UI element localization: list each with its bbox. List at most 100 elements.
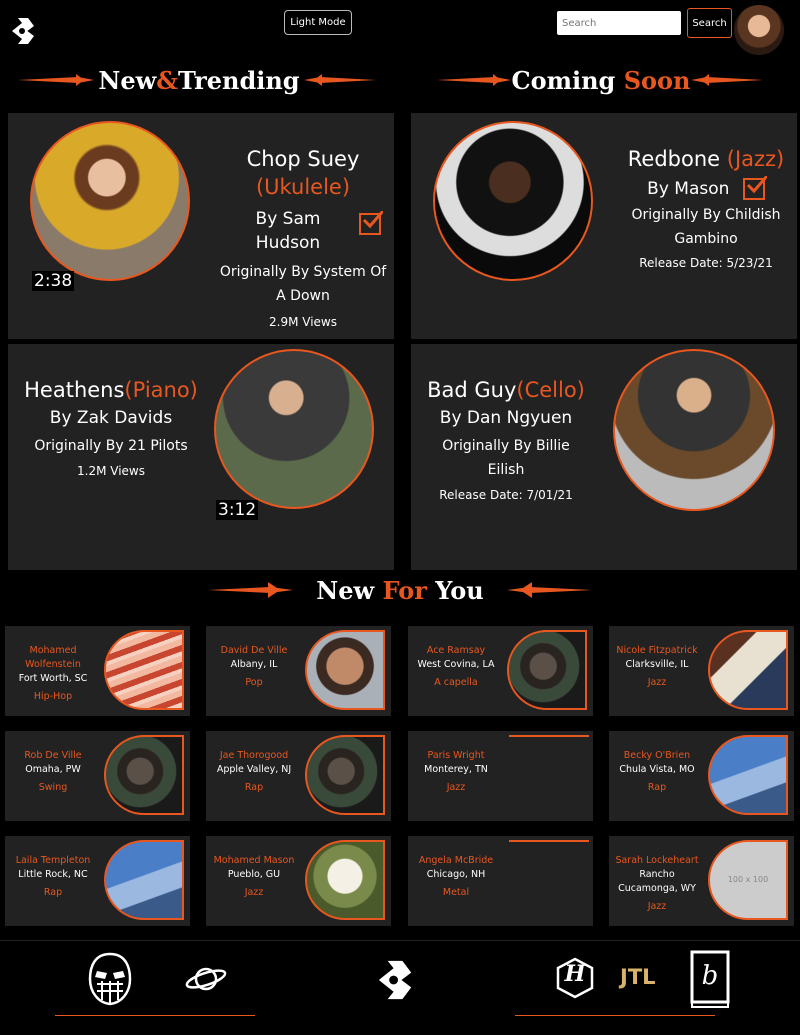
artist-name[interactable]: Nicole Fitzpatrick xyxy=(613,644,701,658)
artist-genre: Rap xyxy=(43,887,63,898)
artist-card[interactable]: Mohamed Wolfenstein Fort Worth, SC Hip-Hop xyxy=(5,626,190,716)
artist-name[interactable]: Mohamed Mason xyxy=(210,854,298,868)
artist-name[interactable]: Mohamed Wolfenstein xyxy=(9,644,97,672)
song-title-line: Redbone (Jazz) xyxy=(621,145,791,173)
title-word: New xyxy=(316,576,375,605)
footer: H JTL b xyxy=(0,940,800,1035)
artist-genre: Pop xyxy=(245,677,263,688)
artist-card[interactable]: Rob De Ville Omaha, PW Swing xyxy=(5,731,190,821)
song-instrument: (Jazz) xyxy=(726,147,785,171)
footer-divider-right xyxy=(515,1015,715,1016)
artist-location: Albany, IL xyxy=(230,659,278,670)
artist-photo[interactable] xyxy=(507,630,587,710)
artist-info: Mohamed Mason Pueblo, GU Jazz xyxy=(210,854,298,900)
artist-info: David De Ville Albany, IL Pop xyxy=(210,644,298,690)
artist-genre: Jazz xyxy=(244,887,264,898)
artist-genre: Rap xyxy=(244,782,264,793)
video-duration: 2:38 xyxy=(32,271,75,291)
artist-photo[interactable] xyxy=(104,735,184,815)
artist-name[interactable]: Ace Ramsay xyxy=(412,644,500,658)
artist-name[interactable]: Paris Wright xyxy=(412,749,500,763)
artist-photo[interactable] xyxy=(708,735,788,815)
title-word: Trending xyxy=(177,66,300,95)
hockey-mask-icon[interactable] xyxy=(85,951,135,1007)
light-mode-button[interactable]: Light Mode xyxy=(284,10,352,35)
video-thumbnail[interactable] xyxy=(214,349,374,509)
title-word-accent: For xyxy=(382,576,427,605)
flourish-right-icon xyxy=(507,582,592,598)
artist-location: Chicago, NH xyxy=(426,869,486,880)
image-placeholder-bar xyxy=(509,735,589,737)
artist-name[interactable]: Becky O'Brien xyxy=(613,749,701,763)
artist-info: Ace Ramsay West Covina, LA A capella xyxy=(412,644,500,690)
artist-card[interactable]: David De Ville Albany, IL Pop xyxy=(206,626,391,716)
artist-location: Little Rock, NC xyxy=(18,869,88,880)
artist-photo[interactable] xyxy=(104,840,184,920)
coming-soon-card[interactable]: Redbone (Jazz) By Mason Originally By Ch… xyxy=(411,113,797,339)
original-artist: Originally By Billie Eilish xyxy=(442,438,570,478)
jtl-logo[interactable]: JTL xyxy=(620,965,656,989)
artist-photo[interactable] xyxy=(305,630,385,710)
artist-card[interactable]: Mohamed Mason Pueblo, GU Jazz xyxy=(206,836,391,926)
trending-card[interactable]: 2:38 Chop Suey (Ukulele) By Sam Hudson O… xyxy=(8,113,394,339)
search-button[interactable]: Search xyxy=(687,8,732,38)
trending-card[interactable]: Heathens(Piano) By Zak Davids Originally… xyxy=(8,344,394,570)
verified-check-icon xyxy=(742,176,767,200)
artist-name[interactable]: Angela McBride xyxy=(412,854,500,868)
song-title: Redbone xyxy=(627,147,721,171)
artist-info: Laila Templeton Little Rock, NC Rap xyxy=(9,854,97,900)
artist-card[interactable]: Angela McBride Chicago, NH Metal xyxy=(408,836,593,926)
artist-photo[interactable] xyxy=(613,349,775,511)
artist-photo[interactable]: 100 x 100 xyxy=(708,840,788,920)
footer-divider-left xyxy=(55,1015,255,1016)
flourish-left-icon xyxy=(208,582,293,598)
image-placeholder-bar xyxy=(509,840,589,842)
artist-photo[interactable] xyxy=(433,121,593,281)
original-artist: Originally By 21 Pilots xyxy=(34,438,188,454)
artist-photo[interactable] xyxy=(708,630,788,710)
artist-card[interactable]: Paris Wright Monterey, TN Jazz xyxy=(408,731,593,821)
artist-photo[interactable] xyxy=(104,630,184,710)
artist-location: Apple Valley, NJ xyxy=(216,764,292,775)
logo-icon[interactable] xyxy=(373,954,423,1006)
title-word: Coming xyxy=(511,66,616,95)
artist-card[interactable]: Ace Ramsay West Covina, LA A capella xyxy=(408,626,593,716)
song-title: Bad Guy xyxy=(427,378,517,402)
user-avatar[interactable] xyxy=(734,5,784,55)
original-artist: Originally By System Of A Down xyxy=(219,264,387,304)
artist-photo[interactable] xyxy=(305,735,385,815)
artist-name[interactable]: Jae Thorogood xyxy=(210,749,298,763)
artist-info: Angela McBride Chicago, NH Metal xyxy=(412,854,500,900)
artist-name[interactable]: David De Ville xyxy=(210,644,298,658)
planet-icon[interactable] xyxy=(184,963,228,995)
logo-icon[interactable] xyxy=(8,14,42,48)
artist-location: Clarksville, IL xyxy=(625,659,689,670)
artist-card[interactable]: Sarah Lockeheart Rancho Cucamonga, WY Jazz… xyxy=(609,836,794,926)
artist-name[interactable]: Rob De Ville xyxy=(9,749,97,763)
artist-photo[interactable] xyxy=(305,840,385,920)
artist-location: Chula Vista, MO xyxy=(619,764,695,775)
artist-card[interactable]: Jae Thorogood Apple Valley, NJ Rap xyxy=(206,731,391,821)
artist-card[interactable]: Nicole Fitzpatrick Clarksville, IL Jazz xyxy=(609,626,794,716)
book-label: b xyxy=(701,961,719,991)
title-ampersand: & xyxy=(156,66,178,95)
flourish-right-icon xyxy=(304,74,376,86)
artist-info: Paris Wright Monterey, TN Jazz xyxy=(412,749,500,795)
artist-name[interactable]: Sarah Lockeheart xyxy=(613,854,701,868)
song-instrument: (Cello) xyxy=(516,378,585,402)
artist-card[interactable]: Laila Templeton Little Rock, NC Rap xyxy=(5,836,190,926)
artist-location: Rancho Cucamonga, WY xyxy=(618,869,696,894)
release-date: Release Date: 7/01/21 xyxy=(439,488,573,502)
coming-soon-card[interactable]: Bad Guy(Cello) By Dan Ngyuen Originally … xyxy=(411,344,797,570)
artist-genre: Jazz xyxy=(647,677,667,688)
artist-name[interactable]: Laila Templeton xyxy=(9,854,97,868)
artist-info: Sarah Lockeheart Rancho Cucamonga, WY Jazz xyxy=(613,854,701,914)
artist-location: Omaha, PW xyxy=(25,764,81,775)
video-thumbnail[interactable] xyxy=(30,121,190,281)
artist-card[interactable]: Becky O'Brien Chula Vista, MO Rap xyxy=(609,731,794,821)
song-title: Chop Suey xyxy=(246,147,360,171)
song-instrument: (Ukulele) xyxy=(255,175,351,199)
search-input[interactable] xyxy=(557,11,681,35)
hexagon-h-label: H xyxy=(564,961,586,987)
video-duration: 3:12 xyxy=(216,500,259,520)
